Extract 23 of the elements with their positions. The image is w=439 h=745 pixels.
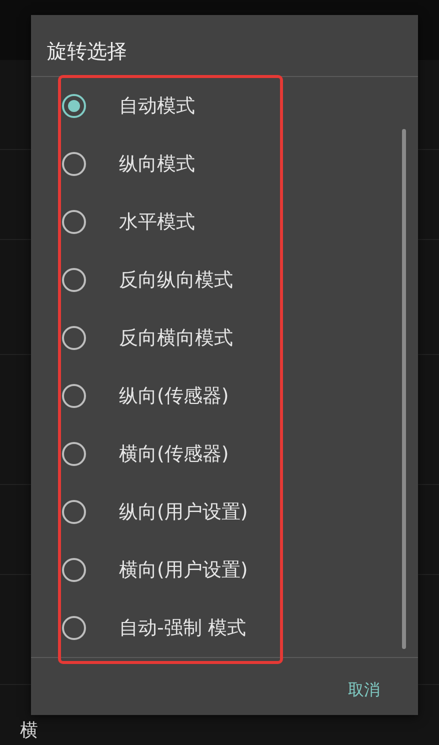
radio-button[interactable]	[62, 210, 86, 234]
radio-button[interactable]	[62, 152, 86, 176]
radio-option[interactable]: 反向横向模式	[31, 309, 418, 367]
radio-button[interactable]	[62, 616, 86, 640]
radio-option[interactable]: 横向(传感器)	[31, 425, 418, 483]
setting-title: 横	[20, 719, 38, 742]
radio-option[interactable]: 纵向(传感器)	[31, 367, 418, 425]
radio-button[interactable]	[62, 94, 86, 118]
radio-option[interactable]: 自动-强制 模式	[31, 599, 418, 657]
radio-option[interactable]: 反向纵向模式	[31, 251, 418, 309]
radio-option[interactable]: 自动模式	[31, 77, 418, 135]
radio-button[interactable]	[62, 326, 86, 350]
radio-button[interactable]	[62, 558, 86, 582]
radio-option[interactable]: 水平模式	[31, 193, 418, 251]
radio-option[interactable]: 纵向(用户设置)	[31, 483, 418, 541]
dialog-title: 旋转选择	[31, 15, 418, 77]
radio-button[interactable]	[62, 384, 86, 408]
radio-button[interactable]	[62, 500, 86, 524]
radio-button[interactable]	[62, 442, 86, 466]
radio-option[interactable]: 纵向模式	[31, 135, 418, 193]
radio-button[interactable]	[62, 268, 86, 292]
cancel-button[interactable]: 取消	[340, 676, 388, 705]
radio-option[interactable]: 横向(用户设置)	[31, 541, 418, 599]
